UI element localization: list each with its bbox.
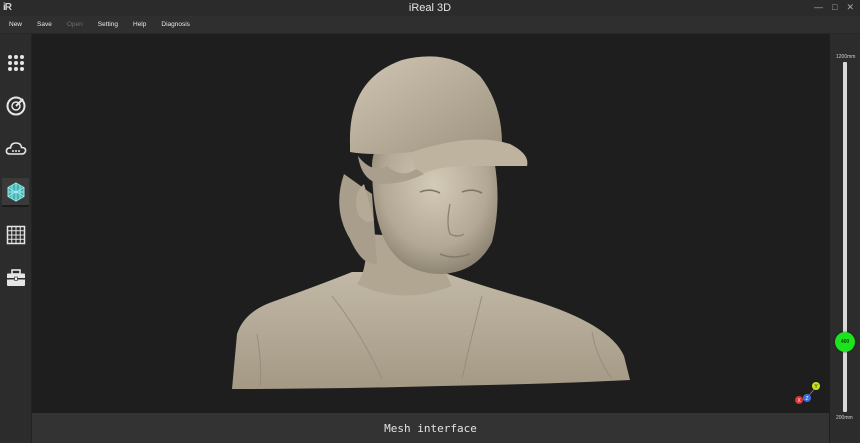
menu-help[interactable]: Help: [133, 21, 146, 28]
scan-radar-icon: [6, 96, 25, 115]
close-icon[interactable]: ✕: [846, 2, 854, 13]
depth-min-label: 200mm: [836, 415, 853, 421]
title-bar: iR iReal 3D — □ ✕: [0, 0, 860, 16]
z-axis-label: Z: [805, 396, 808, 402]
tool-toolbox[interactable]: [2, 264, 29, 291]
mesh-model: [232, 56, 630, 389]
status-bar: Mesh interface: [32, 413, 829, 443]
tool-texture-grid[interactable]: [2, 221, 29, 248]
minimize-icon[interactable]: —: [814, 2, 823, 13]
status-text: Mesh interface: [384, 421, 477, 435]
axis-gizmo: Y X Z: [795, 382, 820, 404]
dots-grid-icon: [7, 54, 24, 71]
depth-max-label: 1200mm: [836, 54, 856, 60]
tool-mesh[interactable]: [2, 178, 29, 207]
tool-sidebar: [0, 34, 32, 443]
toolbox-icon: [6, 268, 25, 286]
depth-slider-thumb[interactable]: 400: [835, 332, 855, 352]
menu-save[interactable]: Save: [37, 21, 52, 28]
mesh-icon: [7, 181, 24, 202]
depth-slider-track[interactable]: [843, 62, 847, 412]
tool-scan[interactable]: [2, 92, 29, 119]
maximize-icon[interactable]: □: [832, 2, 837, 13]
depth-value-label: 400: [840, 339, 850, 345]
menu-open: Open: [66, 21, 83, 28]
menu-setting[interactable]: Setting: [98, 21, 118, 28]
window-controls: — □ ✕: [814, 2, 854, 13]
tool-dots-grid[interactable]: [2, 49, 29, 76]
texture-grid-icon: [6, 225, 25, 244]
menu-bar: New Save Open Setting Help Diagnosis: [0, 16, 860, 34]
menu-new[interactable]: New: [9, 21, 22, 28]
point-cloud-icon: [5, 141, 26, 155]
window-title: iReal 3D: [408, 2, 452, 14]
3d-viewport[interactable]: [32, 34, 829, 413]
tool-point-cloud[interactable]: [2, 135, 29, 162]
menu-diagnosis[interactable]: Diagnosis: [161, 21, 190, 28]
